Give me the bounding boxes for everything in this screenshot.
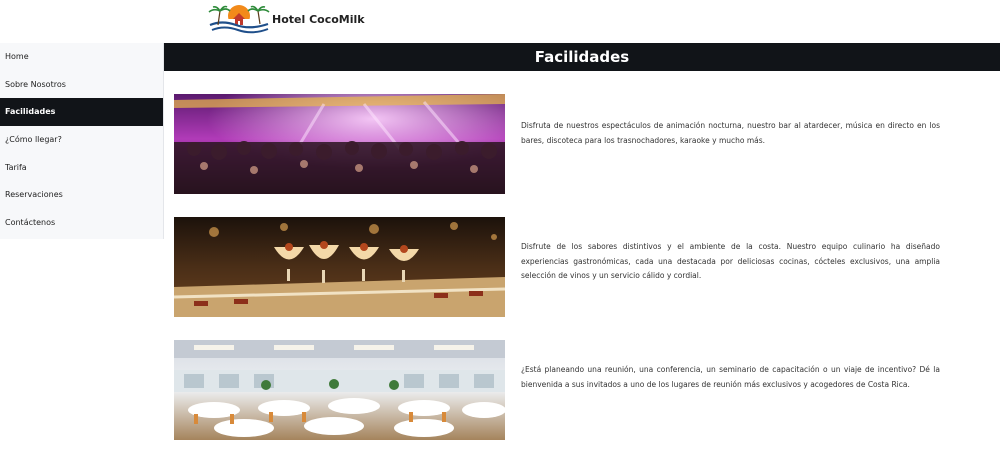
page-title: Facilidades	[534, 48, 630, 66]
facility-row: Disfruta de nuestros espectáculos de ani…	[174, 94, 940, 194]
sidebar-item-sobre-nosotros[interactable]: Sobre Nosotros	[0, 71, 163, 99]
facility-description: Disfrute de los sabores distintivos y el…	[521, 242, 940, 280]
header: Hotel CocoMilk	[0, 0, 1000, 43]
sidebar-item-como-llegar[interactable]: ¿Cómo llegar?	[0, 126, 163, 154]
facility-row: ¿Está planeando una reunión, una confere…	[174, 340, 940, 440]
sidebar-item-reservaciones[interactable]: Reservaciones	[0, 181, 163, 209]
nightclub-party-photo	[174, 94, 505, 194]
sidebar-item-home[interactable]: Home	[0, 43, 163, 71]
facility-row: Disfrute de los sabores distintivos y el…	[174, 217, 940, 317]
sidebar-item-facilidades[interactable]: Facilidades	[0, 98, 163, 127]
brand-name[interactable]: Hotel CocoMilk	[272, 13, 365, 26]
sidebar-nav: Home Sobre Nosotros Facilidades ¿Cómo ll…	[0, 43, 164, 239]
title-bar: Facilidades	[164, 43, 1000, 71]
facility-description: Disfruta de nuestros espectáculos de ani…	[521, 121, 940, 145]
facility-description: ¿Está planeando una reunión, una confere…	[521, 365, 940, 389]
dessert-buffet-photo	[174, 217, 505, 317]
sidebar-item-tarifa[interactable]: Tarifa	[0, 154, 163, 182]
sidebar-item-contactenos[interactable]: Contáctenos	[0, 209, 163, 237]
hotel-logo-icon[interactable]	[206, 3, 272, 37]
banquet-hall-photo	[174, 340, 505, 440]
